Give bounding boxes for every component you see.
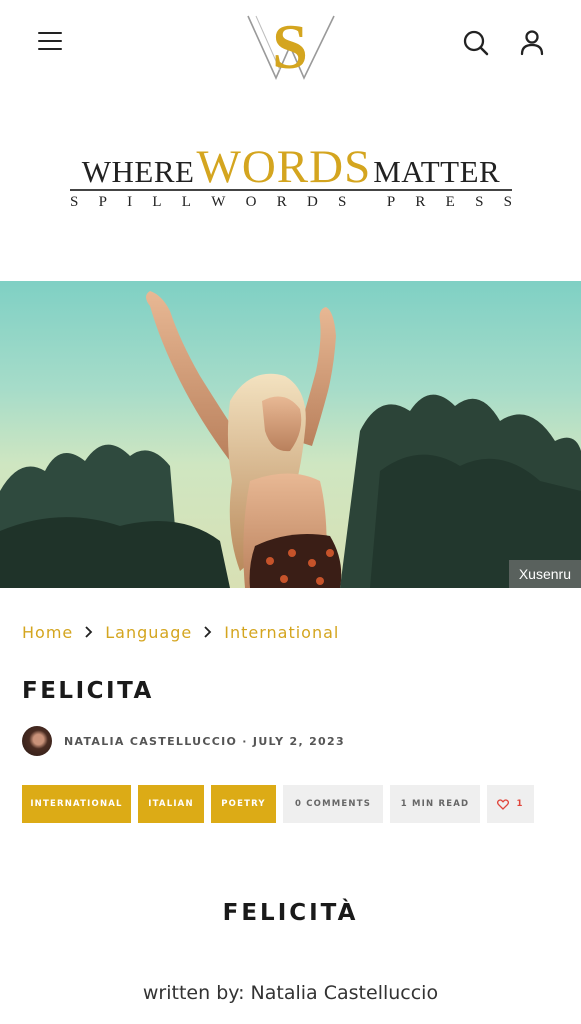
breadcrumb: Home Language International <box>22 620 339 644</box>
breadcrumb-home[interactable]: Home <box>22 623 73 642</box>
featured-image: Xusenru <box>0 281 581 588</box>
post-meta: NATALIA CASTELLUCCIO · JULY 2, 2023 <box>22 726 345 756</box>
tagline-where: WHERE <box>81 154 195 189</box>
like-button[interactable]: 1 <box>487 785 534 823</box>
tagline-subtitle: S P I L L W O R D S P R E S S <box>70 194 512 210</box>
like-count: 1 <box>516 799 524 809</box>
photo-credit[interactable]: Xusenru <box>508 560 581 588</box>
chevron-right-icon <box>192 622 224 642</box>
post-tags: INTERNATIONAL ITALIAN POETRY 0 COMMENTS … <box>22 785 534 823</box>
tagline-matter: MATTER <box>373 154 501 189</box>
author-avatar[interactable] <box>22 726 52 756</box>
logo-monogram-text: S <box>272 11 308 82</box>
tagline-divider <box>70 189 512 191</box>
post-date: JULY 2, 2023 <box>252 734 345 748</box>
user-account-icon[interactable] <box>518 28 546 58</box>
hero-photo <box>0 291 581 588</box>
meta-separator: · <box>242 734 248 748</box>
hamburger-menu-icon[interactable] <box>38 30 62 52</box>
tag-poetry[interactable]: POETRY <box>211 785 276 823</box>
heart-icon <box>497 798 510 810</box>
tag-italian[interactable]: ITALIAN <box>138 785 204 823</box>
top-bar: S <box>0 0 581 90</box>
search-icon[interactable] <box>462 29 490 57</box>
tagline-words: WORDS <box>196 141 372 193</box>
read-time-badge: 1 MIN READ <box>390 785 480 823</box>
post-title: FELICITA <box>22 678 154 704</box>
tag-international[interactable]: INTERNATIONAL <box>22 785 131 823</box>
breadcrumb-language[interactable]: Language <box>105 623 192 642</box>
chevron-right-icon <box>73 622 105 642</box>
spillwords-logo[interactable]: S <box>246 6 336 82</box>
comments-count-button[interactable]: 0 COMMENTS <box>283 785 383 823</box>
breadcrumb-international[interactable]: International <box>224 623 339 642</box>
author-name[interactable]: NATALIA CASTELLUCCIO <box>64 735 237 748</box>
poem-byline: written by: Natalia Castelluccio <box>142 982 439 1004</box>
site-tagline-logo[interactable]: WHERE WORDS MATTER S P I L L W O R D S P… <box>66 140 516 215</box>
poem-title: FELICITÀ <box>222 900 359 926</box>
